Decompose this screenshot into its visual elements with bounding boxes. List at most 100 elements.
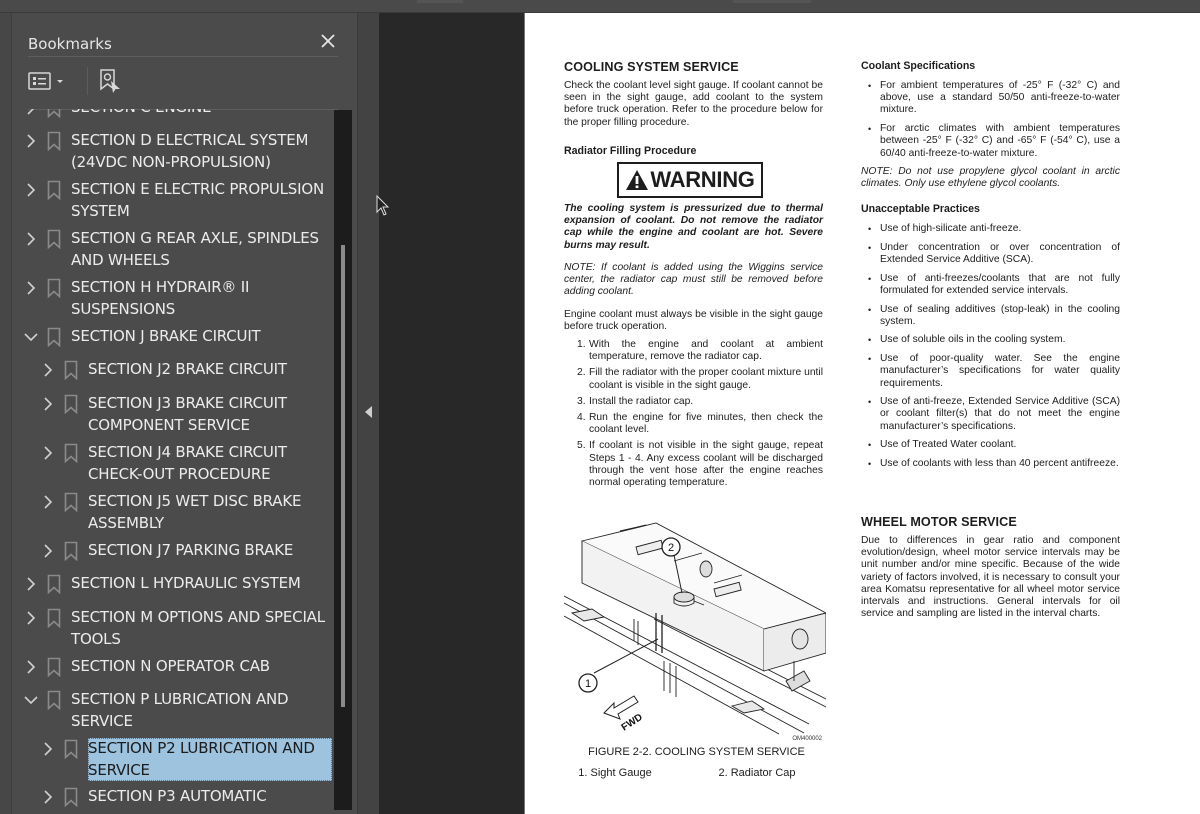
panel-splitter[interactable] — [357, 13, 379, 814]
cooling-system-figure: 2 1 FWD OM400002 — [563, 521, 828, 742]
bookmark-label[interactable]: SECTION J2 BRAKE CIRCUIT — [88, 359, 287, 381]
chevron-right-icon[interactable] — [22, 228, 40, 250]
bullet-item: Use of coolants with less than 40 percen… — [861, 458, 1120, 470]
bookmark-icon — [63, 738, 79, 760]
warning-label: WARNING — [650, 167, 755, 192]
chevron-down-icon[interactable] — [22, 326, 40, 348]
bookmark-label[interactable]: SECTION J5 WET DISC BRAKE ASSEMBLY — [88, 491, 332, 534]
step-number: 5. — [577, 440, 586, 452]
chevron-right-icon[interactable] — [22, 179, 40, 201]
coolant-visible-para: Engine coolant must always be visible in… — [564, 309, 823, 333]
bookmark-item[interactable]: SECTION L HYDRAULIC SYSTEM — [12, 573, 332, 595]
bookmark-icon — [46, 573, 62, 595]
bookmark-icon — [46, 277, 62, 299]
collapse-panel-arrow-icon[interactable] — [365, 406, 372, 418]
bookmark-icon — [46, 109, 62, 119]
find-current-bookmark-icon — [100, 69, 120, 93]
figure-legend-1: 1. Sight Gauge — [578, 767, 652, 779]
bookmark-item[interactable]: SECTION C ENGINE — [12, 109, 332, 119]
bookmark-icon — [63, 540, 79, 562]
chevron-right-icon[interactable] — [22, 109, 40, 119]
bookmark-label[interactable]: SECTION C ENGINE — [71, 109, 212, 119]
bookmark-label[interactable]: SECTION N OPERATOR CAB — [71, 656, 270, 678]
bookmark-icon — [46, 130, 62, 152]
find-current-bookmark-button[interactable] — [98, 68, 122, 94]
cooling-intro: Check the coolant level sight gauge. If … — [564, 80, 823, 128]
chevron-right-icon[interactable] — [22, 573, 40, 595]
bookmark-item[interactable]: SECTION J7 PARKING BRAKE — [12, 540, 332, 562]
filling-steps: 1. With the engine and coolant at ambient… — [564, 339, 823, 493]
chevron-right-icon[interactable] — [22, 130, 40, 152]
bookmark-item[interactable]: SECTION M OPTIONS AND SPECIAL TOOLS — [12, 607, 332, 650]
bookmark-icon — [63, 359, 79, 381]
panel-title: Bookmarks — [28, 35, 112, 53]
chevron-right-icon[interactable] — [39, 442, 57, 464]
bookmark-item[interactable]: SECTION J2 BRAKE CIRCUIT — [12, 359, 332, 381]
bookmark-label[interactable]: SECTION P LUBRICATION AND SERVICE — [71, 689, 326, 732]
bookmark-label[interactable]: SECTION M OPTIONS AND SPECIAL TOOLS — [71, 607, 326, 650]
bookmark-item[interactable]: SECTION P LUBRICATION AND SERVICE — [12, 689, 332, 732]
list-options-icon — [28, 72, 51, 90]
bookmark-label[interactable]: SECTION G REAR AXLE, SPINDLES AND WHEELS — [71, 228, 326, 271]
bookmarks-panel: Bookmarks SECTION C ENGINE SECTION D ELEC… — [12, 13, 357, 814]
bookmark-label[interactable]: SECTION P3 AUTOMATIC — [88, 786, 267, 808]
step-text: With the engine and coolant at ambient t… — [589, 339, 823, 363]
bookmark-label[interactable]: SECTION P2 LUBRICATION AND SERVICE — [88, 738, 332, 781]
step-text: Install the radiator cap. — [589, 395, 694, 407]
bookmark-icon — [46, 326, 62, 348]
bookmark-item[interactable]: SECTION E ELECTRIC PROPULSION SYSTEM — [12, 179, 332, 222]
step-item: 1. With the engine and coolant at ambient… — [564, 339, 823, 363]
step-number: 4. — [577, 412, 586, 424]
chevron-right-icon[interactable] — [39, 738, 57, 760]
bookmark-item[interactable]: SECTION H HYDRAIR® II SUSPENSIONS — [12, 277, 332, 320]
chevron-right-icon[interactable] — [22, 277, 40, 299]
wheel-text: Due to differences in gear ratio and com… — [861, 535, 1120, 620]
spec-list: For ambient temperatures of -25° F (-32°… — [861, 80, 1120, 166]
bookmark-label[interactable]: SECTION J4 BRAKE CIRCUIT CHECK-OUT PROCE… — [88, 442, 332, 485]
wheel-heading: WHEEL MOTOR SERVICE — [861, 515, 1017, 529]
cooling-heading: COOLING SYSTEM SERVICE — [564, 60, 739, 74]
bookmark-item[interactable]: SECTION G REAR AXLE, SPINDLES AND WHEELS — [12, 228, 332, 271]
chevron-right-icon[interactable] — [22, 656, 40, 678]
chevron-down-icon[interactable] — [22, 689, 40, 711]
bookmark-item[interactable]: SECTION J5 WET DISC BRAKE ASSEMBLY — [12, 491, 332, 534]
close-panel-button[interactable] — [318, 32, 338, 52]
bookmark-icon — [63, 786, 79, 808]
bookmark-label[interactable]: SECTION H HYDRAIR® II SUSPENSIONS — [71, 277, 326, 320]
bookmark-label[interactable]: SECTION D ELECTRICAL SYSTEM (24VDC NON-P… — [71, 130, 326, 173]
bookmark-icon — [46, 228, 62, 250]
bookmark-item[interactable]: SECTION J3 BRAKE CIRCUIT COMPONENT SERVI… — [12, 393, 332, 436]
bookmark-item[interactable]: SECTION P3 AUTOMATIC — [12, 786, 332, 808]
chevron-right-icon[interactable] — [39, 786, 57, 808]
bookmark-item[interactable]: SECTION P2 LUBRICATION AND SERVICE — [12, 738, 332, 781]
step-number: 1. — [577, 339, 586, 350]
bookmark-label[interactable]: SECTION E ELECTRIC PROPULSION SYSTEM — [71, 179, 326, 222]
bullet-item: Use of Treated Water coolant. — [861, 439, 1120, 451]
bookmark-scrollbar-thumb[interactable] — [341, 245, 345, 707]
bookmark-item[interactable]: SECTION N OPERATOR CAB — [12, 656, 332, 678]
chevron-right-icon[interactable] — [39, 393, 57, 415]
bookmark-label[interactable]: SECTION J BRAKE CIRCUIT — [71, 326, 261, 348]
bookmark-item[interactable]: SECTION D ELECTRICAL SYSTEM (24VDC NON-P… — [12, 130, 332, 173]
panel-header: Bookmarks — [28, 23, 338, 57]
bookmark-icon — [46, 607, 62, 629]
chevron-right-icon[interactable] — [39, 540, 57, 562]
bookmark-item[interactable]: SECTION J4 BRAKE CIRCUIT CHECK-OUT PROCE… — [12, 442, 332, 485]
wiggins-note: NOTE: If coolant is added using the Wigg… — [564, 262, 823, 298]
bookmark-label[interactable]: SECTION J7 PARKING BRAKE — [88, 540, 293, 562]
bookmark-label[interactable]: SECTION J3 BRAKE CIRCUIT COMPONENT SERVI… — [88, 393, 332, 436]
close-icon — [321, 34, 335, 48]
chevron-right-icon[interactable] — [22, 607, 40, 629]
chevron-right-icon[interactable] — [39, 359, 57, 381]
step-text: If coolant is not visible in the sight g… — [589, 440, 823, 489]
spec-note: NOTE: Do not use propylene glycol coolan… — [861, 166, 1120, 190]
bookmark-options-button[interactable] — [28, 68, 65, 94]
bookmark-tree: SECTION C ENGINE SECTION D ELECTRICAL SYS… — [12, 109, 332, 814]
mouse-cursor-icon — [376, 195, 390, 216]
bookmark-label[interactable]: SECTION L HYDRAULIC SYSTEM — [71, 573, 301, 595]
radiator-subheading: Radiator Filling Procedure — [564, 145, 697, 157]
bookmark-item[interactable]: SECTION J BRAKE CIRCUIT — [12, 326, 332, 348]
chevron-right-icon[interactable] — [39, 491, 57, 513]
bullet-item: Use of anti-freezes/coolants that are no… — [861, 273, 1120, 297]
bookmark-icon — [63, 491, 79, 513]
